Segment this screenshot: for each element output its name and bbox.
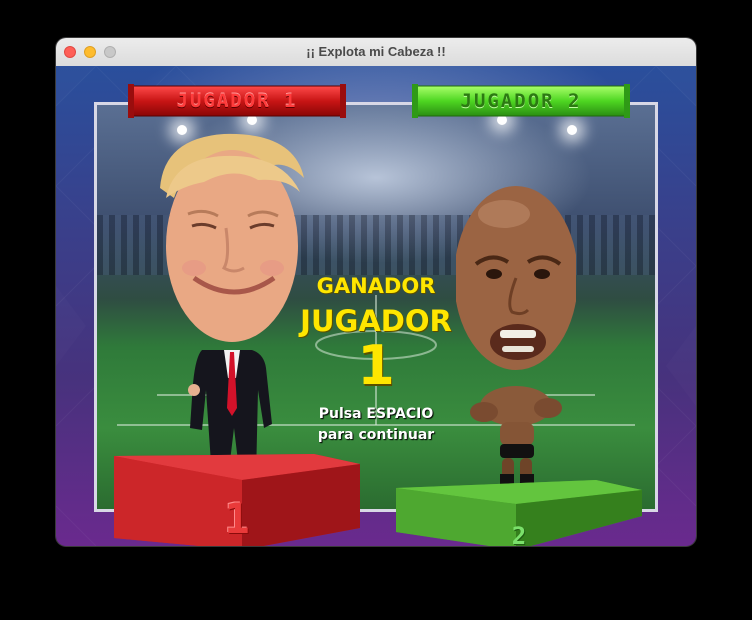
winner-player-word: JUGADOR [300,304,452,338]
player1-podium: 1 [114,454,360,546]
stadium-light [567,125,577,135]
player1-banner-label: JUGADOR 1 [176,90,298,112]
player2-banner: JUGADOR 2 [412,84,630,118]
window-title: ¡¡ Explota mi Cabeza !! [306,44,446,59]
winner-label: GANADOR [316,274,436,298]
podium1-number: 1 [224,494,250,543]
podium2-number: 2 [511,522,527,546]
continue-prompt-line1: Pulsa ESPACIO [318,406,434,422]
continue-prompt-line2: para continuar [317,427,435,443]
player2-podium: 2 [396,480,642,546]
player2-banner-label: JUGADOR 2 [460,90,582,112]
game-window: ¡¡ Explota mi Cabeza !! JUGADOR 1 JUGADO… [56,38,696,546]
player1-banner: JUGADOR 1 [128,84,346,118]
winner-number: 1 [357,334,395,397]
continue-prompt: Pulsa ESPACIO para continuar [266,404,486,446]
game-scene: JUGADOR 1 JUGADOR 2 GANADOR JUGADOR 1 Pu… [56,66,696,546]
title-bar: ¡¡ Explota mi Cabeza !! [56,38,696,67]
